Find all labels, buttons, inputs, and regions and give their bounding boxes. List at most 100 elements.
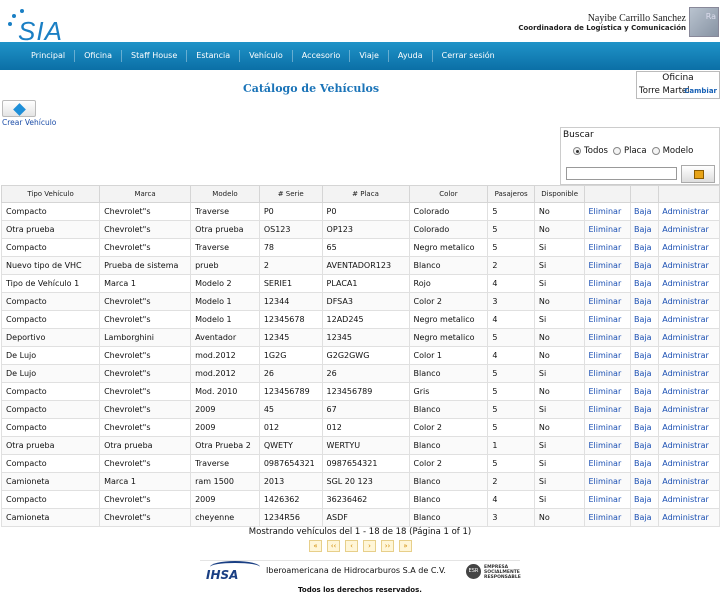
delete-link[interactable]: Eliminar xyxy=(584,454,631,473)
deactivate-link[interactable]: Baja xyxy=(629,346,660,365)
nav-ayuda[interactable]: Ayuda xyxy=(389,50,433,62)
manage-link[interactable]: Administrar xyxy=(658,292,720,311)
manage-link[interactable]: Administrar xyxy=(658,418,720,437)
deactivate-link[interactable]: Baja xyxy=(629,292,660,311)
table-cell: 36236462 xyxy=(321,490,410,509)
deactivate-link[interactable]: Baja xyxy=(629,220,660,239)
deactivate-link[interactable]: Baja xyxy=(629,418,660,437)
search-filter-group: Todos Placa Modelo xyxy=(573,146,693,156)
delete-link[interactable]: Eliminar xyxy=(584,436,631,455)
delete-link[interactable]: Eliminar xyxy=(584,346,631,365)
delete-link[interactable]: Eliminar xyxy=(584,256,631,275)
delete-link[interactable]: Eliminar xyxy=(584,472,631,491)
delete-link[interactable]: Eliminar xyxy=(584,310,631,329)
deactivate-link[interactable]: Baja xyxy=(629,436,660,455)
delete-link[interactable]: Eliminar xyxy=(584,328,631,347)
manage-link[interactable]: Administrar xyxy=(658,202,720,221)
manage-link[interactable]: Administrar xyxy=(658,508,720,527)
deactivate-link[interactable]: Baja xyxy=(629,328,660,347)
table-cell: Blanco xyxy=(408,400,489,419)
delete-link[interactable]: Eliminar xyxy=(584,220,631,239)
manage-link[interactable]: Administrar xyxy=(658,310,720,329)
manage-link[interactable]: Administrar xyxy=(658,454,720,473)
deactivate-link[interactable]: Baja xyxy=(629,256,660,275)
prev-page-button[interactable]: ‹ xyxy=(345,540,358,552)
create-vehicle-link[interactable]: Crear Vehículo xyxy=(2,118,56,127)
manage-link[interactable]: Administrar xyxy=(658,328,720,347)
delete-link[interactable]: Eliminar xyxy=(584,292,631,311)
delete-link[interactable]: Eliminar xyxy=(584,490,631,509)
radio-modelo[interactable]: Modelo xyxy=(651,146,693,156)
table-cell: Si xyxy=(533,274,586,293)
prev-block-button[interactable]: ‹‹ xyxy=(327,540,340,552)
manage-link[interactable]: Administrar xyxy=(658,400,720,419)
table-cell: 67 xyxy=(321,400,410,419)
delete-link[interactable]: Eliminar xyxy=(584,418,631,437)
search-input[interactable] xyxy=(566,167,677,180)
deactivate-link[interactable]: Baja xyxy=(629,454,660,473)
first-page-button[interactable]: « xyxy=(309,540,322,552)
manage-link[interactable]: Administrar xyxy=(658,220,720,239)
table-cell: 4 xyxy=(487,490,535,509)
nav-oficina[interactable]: Oficina xyxy=(75,50,123,62)
search-button[interactable] xyxy=(681,165,715,183)
delete-link[interactable]: Eliminar xyxy=(584,400,631,419)
manage-link[interactable]: Administrar xyxy=(658,256,720,275)
deactivate-link[interactable]: Baja xyxy=(629,382,660,401)
table-cell: Compacto xyxy=(0,310,101,329)
nav-accesorio[interactable]: Accesorio xyxy=(293,50,351,62)
deactivate-link[interactable]: Baja xyxy=(629,364,660,383)
table-cell: 5 xyxy=(487,418,535,437)
delete-link[interactable]: Eliminar xyxy=(584,202,631,221)
manage-link[interactable]: Administrar xyxy=(658,436,720,455)
delete-link[interactable]: Eliminar xyxy=(584,508,631,527)
search-label: Buscar xyxy=(563,130,594,140)
nav-estancia[interactable]: Estancia xyxy=(187,50,241,62)
table-row: Compacto Chevrolet"s Traverse 78 65 Negro met… xyxy=(0,238,720,257)
manage-link[interactable]: Administrar xyxy=(658,364,720,383)
deactivate-link[interactable]: Baja xyxy=(629,508,660,527)
table-row: De Lujo Chevrolet"s mod.2012 26 26 Blanco 5 Si E… xyxy=(0,364,720,383)
nav-staff-house[interactable]: Staff House xyxy=(122,50,188,62)
table-cell: SERIE1 xyxy=(258,274,323,293)
manage-link[interactable]: Administrar xyxy=(658,490,720,509)
manage-link[interactable]: Administrar xyxy=(658,238,720,257)
delete-link[interactable]: Eliminar xyxy=(584,382,631,401)
deactivate-link[interactable]: Baja xyxy=(629,274,660,293)
nav-principal[interactable]: Principal xyxy=(22,50,76,62)
nav-cerrar-sesion[interactable]: Cerrar sesión xyxy=(433,50,504,62)
next-block-button[interactable]: ›› xyxy=(381,540,394,552)
delete-link[interactable]: Eliminar xyxy=(584,238,631,257)
sia-logo[interactable]: SIA xyxy=(4,6,64,46)
create-vehicle-button[interactable] xyxy=(2,100,36,117)
change-office-link[interactable]: Cambiar xyxy=(684,87,717,95)
table-cell: Chevrolet"s xyxy=(99,508,192,527)
last-page-button[interactable]: » xyxy=(399,540,412,552)
nav-viaje[interactable]: Viaje xyxy=(350,50,389,62)
manage-link[interactable]: Administrar xyxy=(658,472,720,491)
radio-todos[interactable]: Todos xyxy=(573,146,608,156)
manage-link[interactable]: Administrar xyxy=(658,274,720,293)
table-cell: Traverse xyxy=(190,202,260,221)
deactivate-link[interactable]: Baja xyxy=(629,310,660,329)
plus-icon xyxy=(13,103,26,116)
table-cell: 1 xyxy=(487,436,535,455)
deactivate-link[interactable]: Baja xyxy=(629,400,660,419)
table-cell: Nuevo tipo de VHC xyxy=(0,256,101,275)
user-avatar[interactable] xyxy=(689,7,719,37)
manage-link[interactable]: Administrar xyxy=(658,346,720,365)
next-page-button[interactable]: › xyxy=(363,540,376,552)
deactivate-link[interactable]: Baja xyxy=(629,238,660,257)
deactivate-link[interactable]: Baja xyxy=(629,472,660,491)
table-row: Otra prueba Otra prueba Otra Prueba 2 QWETY… xyxy=(0,436,720,455)
nav-vehiculo[interactable]: Vehículo xyxy=(240,50,293,62)
radio-placa[interactable]: Placa xyxy=(612,146,647,156)
manage-link[interactable]: Administrar xyxy=(658,382,720,401)
table-cell: Color 2 xyxy=(408,292,489,311)
table-cell: De Lujo xyxy=(0,364,101,383)
deactivate-link[interactable]: Baja xyxy=(629,490,660,509)
delete-link[interactable]: Eliminar xyxy=(584,274,631,293)
delete-link[interactable]: Eliminar xyxy=(584,364,631,383)
column-header: Disponible xyxy=(533,185,586,203)
deactivate-link[interactable]: Baja xyxy=(629,202,660,221)
